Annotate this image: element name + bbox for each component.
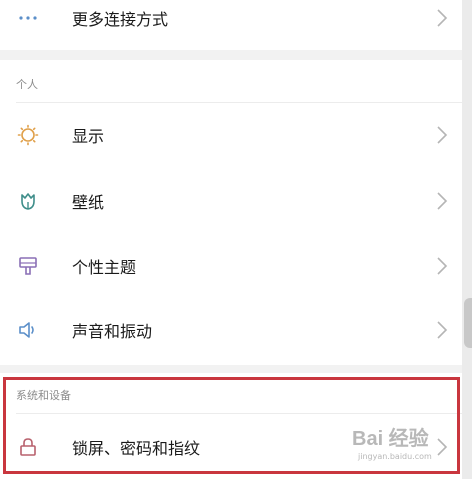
chevron-right-icon [437,126,448,144]
personal-section: 个人 显示 壁纸 个性主题 声音和振动 [0,60,462,365]
settings-item-sound[interactable]: 声音和振动 [0,298,462,362]
sound-label: 声音和振动 [72,322,153,341]
chevron-right-icon [437,192,448,210]
settings-item-wallpaper[interactable]: 壁纸 [0,169,462,233]
chevron-right-icon [437,257,448,275]
more-dots-icon [19,16,37,20]
watermark-brand: Bai 经验 [352,428,429,450]
tulip-icon [21,193,35,210]
more-connect-row[interactable]: 更多连接方式 [0,0,462,50]
watermark-url: jingyan.baidu.com [358,452,432,461]
baidu-watermark: Bai 经验 jingyan.baidu.com [352,420,457,470]
theme-label: 个性主题 [72,258,137,277]
settings-item-theme[interactable]: 个性主题 [0,234,462,298]
scroll-handle[interactable] [464,298,472,348]
speaker-icon [19,322,34,338]
chevron-right-icon [437,321,448,339]
right-edge [462,0,472,479]
settings-item-display[interactable]: 显示 [0,103,462,167]
chevron-right-icon [437,9,448,27]
brush-icon [19,257,37,275]
more-connect-label: 更多连接方式 [72,10,169,29]
personal-header: 个人 [16,78,38,91]
display-label: 显示 [72,127,105,146]
sun-icon [17,124,39,146]
connection-section: 更多连接方式 [0,0,462,50]
wallpaper-label: 壁纸 [72,193,105,212]
